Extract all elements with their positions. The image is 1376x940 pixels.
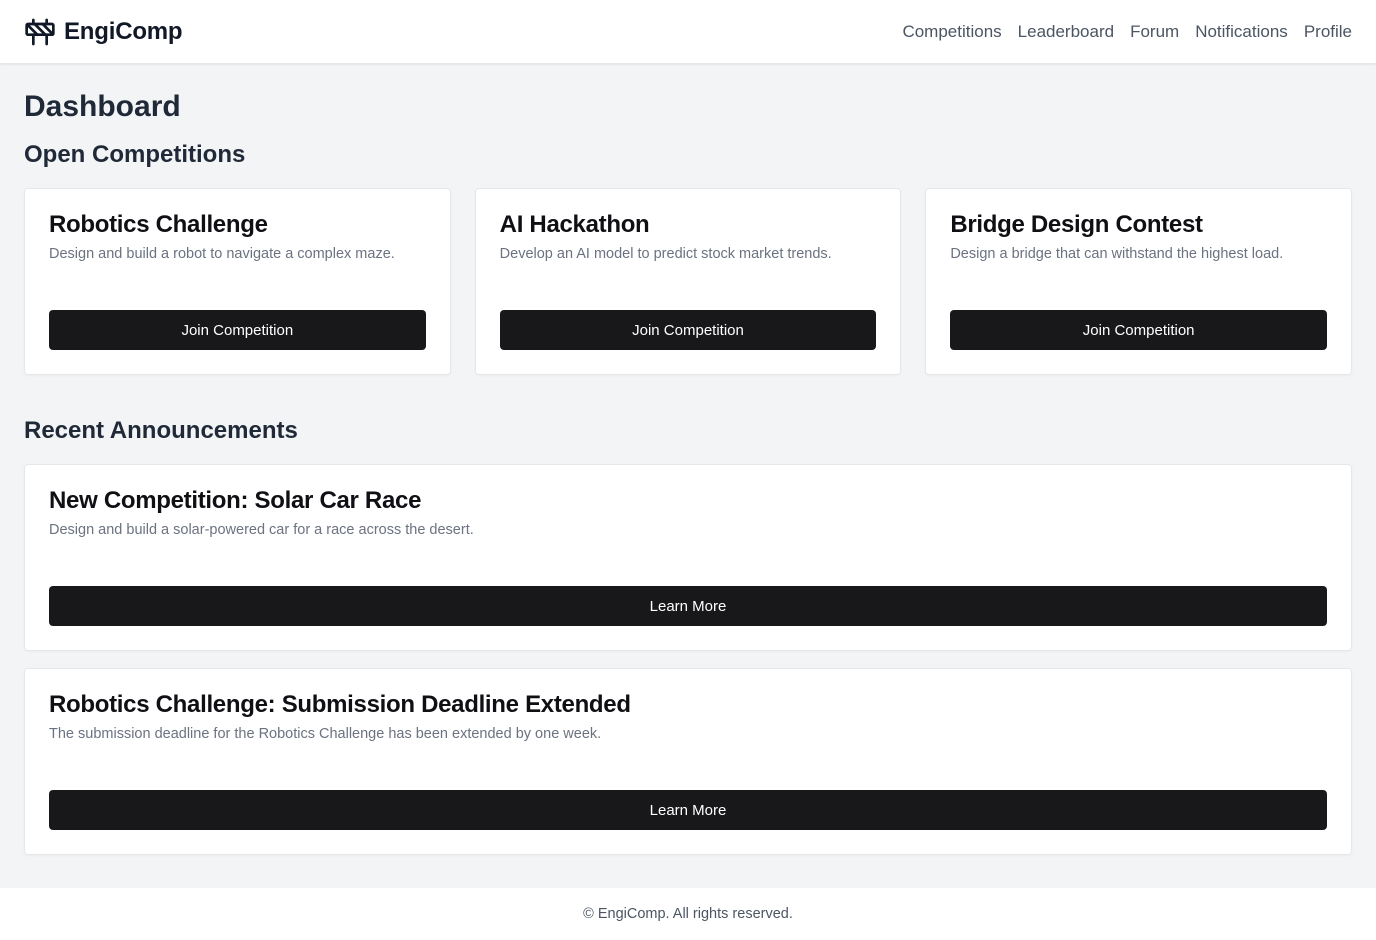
competition-title: AI Hackathon <box>499 211 650 238</box>
announcement-title: Robotics Challenge: Submission Deadline … <box>49 691 631 718</box>
competitions-grid: Robotics Challenge Design and build a ro… <box>24 188 1352 375</box>
announcement-description: Design and build a solar-powered car for… <box>49 522 474 538</box>
brand[interactable]: EngiComp <box>24 16 183 48</box>
competition-description: Develop an AI model to predict stock mar… <box>499 246 832 262</box>
announcement-description: The submission deadline for the Robotics… <box>49 726 602 742</box>
page-title: Dashboard <box>24 90 181 123</box>
nav-forum[interactable]: Forum <box>1130 22 1179 42</box>
announcement-card: Robotics Challenge: Submission Deadline … <box>24 668 1352 855</box>
nav-leaderboard[interactable]: Leaderboard <box>1018 22 1114 42</box>
competition-card: Robotics Challenge Design and build a ro… <box>24 188 451 375</box>
join-competition-button[interactable]: Join Competition <box>950 310 1327 350</box>
nav-profile[interactable]: Profile <box>1304 22 1352 42</box>
competition-title: Robotics Challenge <box>49 211 268 238</box>
traffic-barrier-icon <box>24 16 56 48</box>
competition-card: Bridge Design Contest Design a bridge th… <box>925 188 1352 375</box>
main-nav: Competitions Leaderboard Forum Notificat… <box>902 22 1352 42</box>
main-content: Dashboard Open Competitions Robotics Cha… <box>0 89 1376 855</box>
learn-more-button[interactable]: Learn More <box>49 586 1327 626</box>
nav-competitions[interactable]: Competitions <box>902 22 1001 42</box>
announcements-list: New Competition: Solar Car Race Design a… <box>24 464 1352 855</box>
top-header: EngiComp Competitions Leaderboard Forum … <box>0 0 1376 64</box>
join-competition-button[interactable]: Join Competition <box>49 310 426 350</box>
join-competition-button[interactable]: Join Competition <box>499 310 877 350</box>
nav-notifications[interactable]: Notifications <box>1195 22 1288 42</box>
open-competitions-heading: Open Competitions <box>24 141 246 168</box>
copyright-text: © EngiComp. All rights reserved. <box>583 906 793 922</box>
competition-title: Bridge Design Contest <box>950 211 1203 238</box>
announcement-title: New Competition: Solar Car Race <box>49 487 422 514</box>
announcement-card: New Competition: Solar Car Race Design a… <box>24 464 1352 651</box>
learn-more-button[interactable]: Learn More <box>49 790 1327 830</box>
footer: © EngiComp. All rights reserved. <box>0 888 1376 940</box>
competition-description: Design a bridge that can withstand the h… <box>950 246 1284 262</box>
recent-announcements-heading: Recent Announcements <box>24 417 298 444</box>
competition-card: AI Hackathon Develop an AI model to pred… <box>474 188 902 375</box>
brand-name: EngiComp <box>64 17 183 45</box>
competition-description: Design and build a robot to navigate a c… <box>49 246 395 262</box>
